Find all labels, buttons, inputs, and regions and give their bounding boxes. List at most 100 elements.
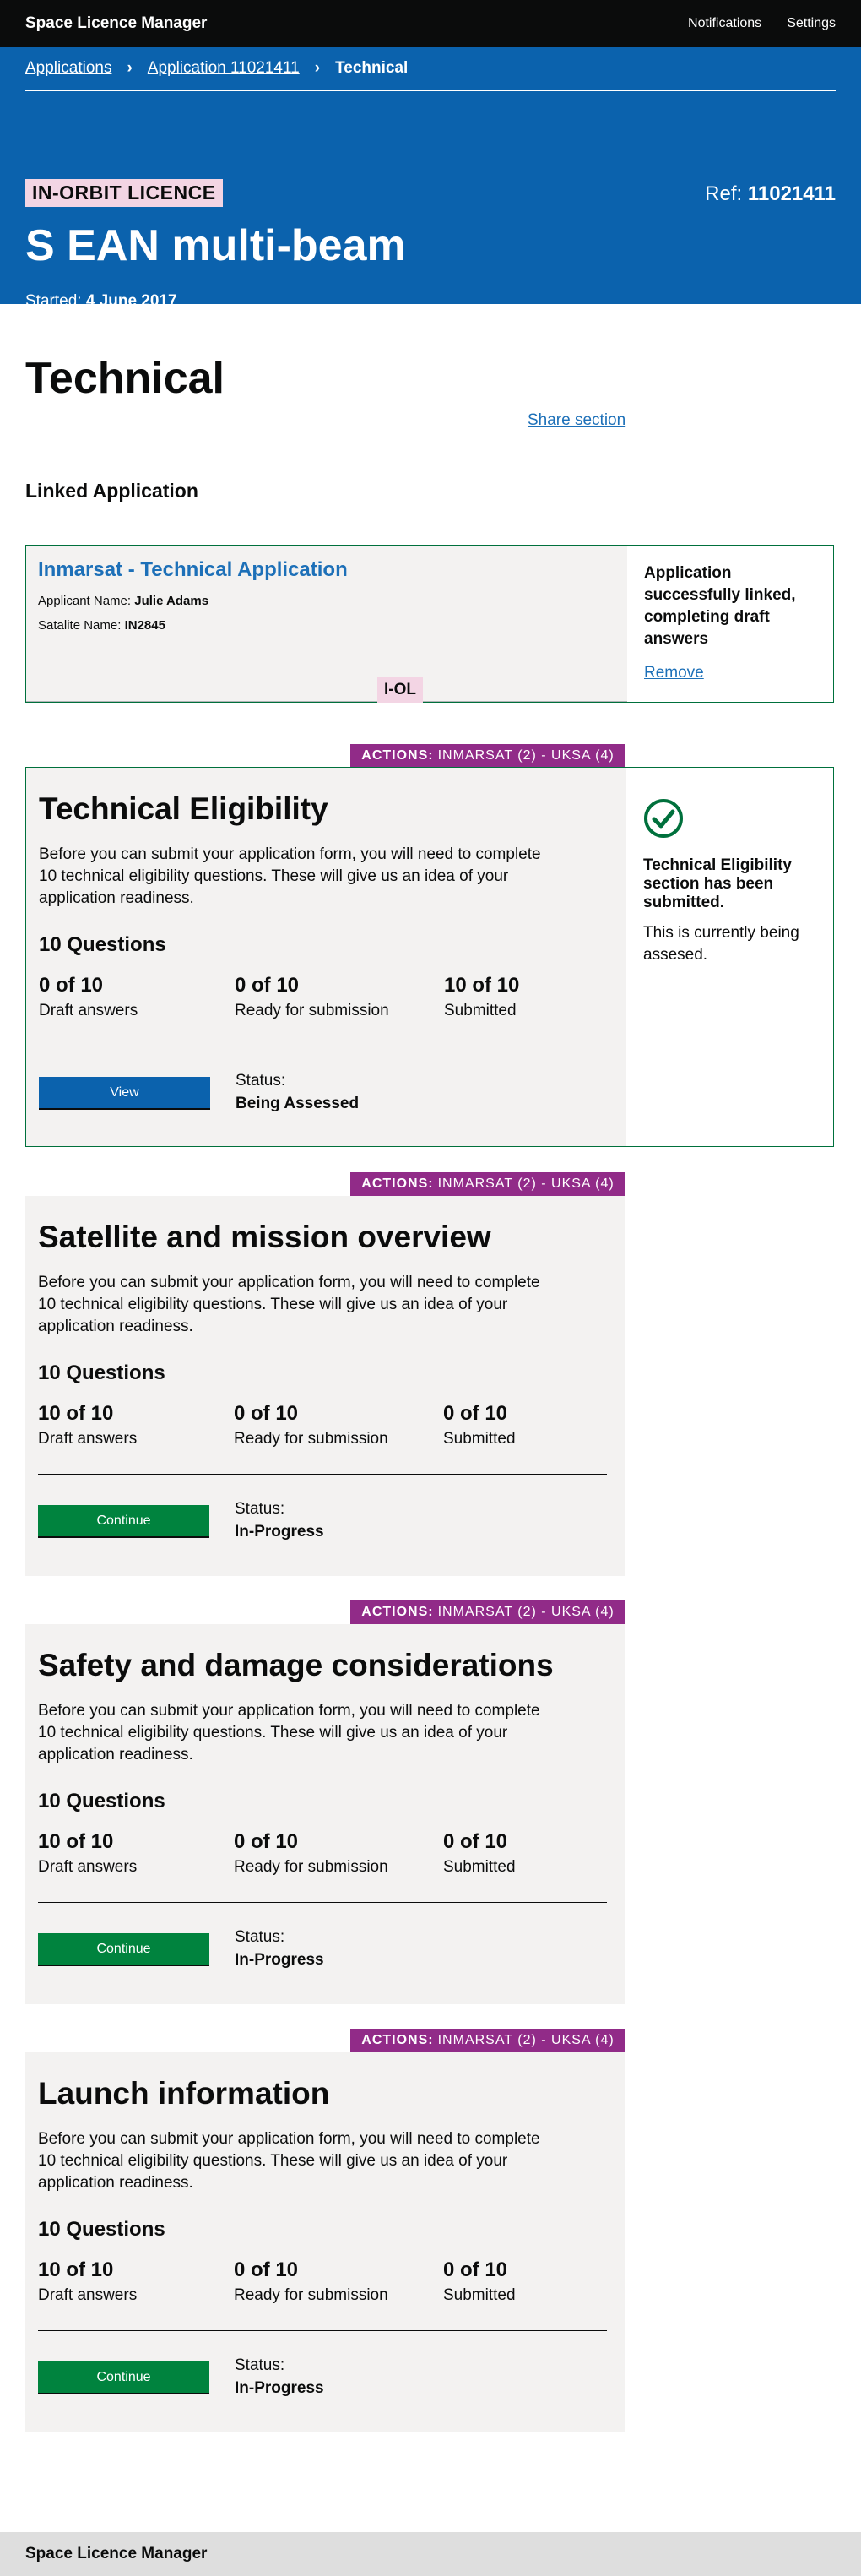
stat-label: Ready for submission bbox=[234, 1430, 388, 1448]
task-title: Safety and damage considerations bbox=[38, 1648, 554, 1682]
task-footer: View Status: Being Assessed bbox=[39, 1072, 614, 1113]
questions-count: 10 Questions bbox=[38, 1790, 165, 1812]
applicant-value: Julie Adams bbox=[134, 594, 209, 608]
task-footer: Continue Status: In-Progress bbox=[38, 1928, 613, 1970]
stat-value: 0 of 10 bbox=[235, 974, 300, 997]
licence-type-tag: I-OL bbox=[377, 677, 423, 703]
task-stats: 10 of 10 Draft answers 0 of 10 Ready for… bbox=[38, 2258, 613, 2305]
stat-submitted: 0 of 10 Submitted bbox=[443, 2258, 612, 2305]
actions-value: INMARSAT (2) - UKSA (4) bbox=[437, 2033, 615, 2047]
satellite-value: IN2845 bbox=[124, 618, 165, 633]
linked-application-title[interactable]: Inmarsat - Technical Application bbox=[38, 558, 615, 582]
stat-submitted: 0 of 10 Submitted bbox=[443, 1402, 612, 1448]
linked-application-main: Inmarsat - Technical Application Applica… bbox=[26, 546, 627, 703]
breadcrumb-applications[interactable]: Applications bbox=[25, 59, 111, 78]
chevron-right-icon: › bbox=[314, 59, 321, 77]
task-title: Launch information bbox=[38, 2076, 330, 2111]
continue-button[interactable]: Continue bbox=[38, 1505, 209, 1536]
brand-name[interactable]: Space Licence Manager bbox=[25, 14, 207, 33]
status-value: In-Progress bbox=[235, 1951, 324, 1969]
stat-value: 10 of 10 bbox=[38, 2258, 114, 2281]
task-description: Before you can submit your application f… bbox=[38, 1274, 540, 1335]
actions-label: ACTIONS: bbox=[361, 748, 434, 763]
questions-count: 10 Questions bbox=[39, 933, 166, 956]
divider bbox=[38, 2330, 607, 2331]
top-bar: Space Licence Manager Notifications Sett… bbox=[0, 0, 861, 47]
share-section-link[interactable]: Share section bbox=[528, 411, 625, 430]
submitted-title: Technical Eligibility section has been s… bbox=[643, 856, 792, 911]
linked-status-message: Application successfully linked, complet… bbox=[644, 564, 796, 648]
continue-button[interactable]: Continue bbox=[38, 2361, 209, 2393]
stat-value: 10 of 10 bbox=[38, 1830, 114, 1853]
nav-settings[interactable]: Settings bbox=[787, 16, 836, 31]
stat-submitted: 0 of 10 Submitted bbox=[443, 1830, 612, 1877]
chevron-right-icon: › bbox=[127, 59, 133, 77]
breadcrumb-application[interactable]: Application 11021411 bbox=[148, 59, 300, 78]
task-card-satellite-mission: Satellite and mission overview Before yo… bbox=[25, 1196, 625, 1576]
stat-value: 0 of 10 bbox=[443, 1402, 508, 1425]
stat-label: Submitted bbox=[443, 1858, 516, 1876]
actions-tag[interactable]: ACTIONS: INMARSAT (2) - UKSA (4) bbox=[350, 2029, 625, 2052]
task-footer: Continue Status: In-Progress bbox=[38, 1500, 613, 1541]
task-status: Status: Being Assessed bbox=[236, 1072, 359, 1113]
stat-value: 0 of 10 bbox=[39, 974, 104, 997]
breadcrumb-current: Technical bbox=[335, 59, 409, 77]
stat-value: 0 of 10 bbox=[443, 2258, 508, 2281]
satellite-label: Satalite Name: bbox=[38, 618, 122, 633]
satellite-name: Satalite Name: IN2845 bbox=[38, 618, 615, 633]
actions-value: INMARSAT (2) - UKSA (4) bbox=[437, 1177, 615, 1191]
licence-tag: IN-ORBIT LICENCE bbox=[25, 179, 223, 207]
status-label: Status: bbox=[235, 1928, 285, 1946]
actions-label: ACTIONS: bbox=[361, 1177, 434, 1191]
stat-label: Submitted bbox=[443, 2286, 516, 2304]
page-title: Technical bbox=[25, 354, 225, 403]
stat-value: 0 of 10 bbox=[234, 2258, 299, 2281]
divider bbox=[38, 1474, 607, 1475]
stat-ready: 0 of 10 Ready for submission bbox=[234, 1402, 443, 1448]
reference: Ref: 11021411 bbox=[705, 182, 836, 206]
application-banner: Applications › Application 11021411 › Te… bbox=[0, 47, 861, 310]
stat-label: Submitted bbox=[443, 1430, 516, 1448]
linked-application-card: Inmarsat - Technical Application Applica… bbox=[25, 545, 834, 703]
view-button[interactable]: View bbox=[39, 1077, 210, 1108]
task-footer: Continue Status: In-Progress bbox=[38, 2356, 613, 2398]
breadcrumb: Applications › Application 11021411 › Te… bbox=[25, 47, 836, 91]
task-card-safety-damage: Safety and damage considerations Before … bbox=[25, 1624, 625, 2004]
actions-tag[interactable]: ACTIONS: INMARSAT (2) - UKSA (4) bbox=[350, 1172, 625, 1196]
stat-ready: 0 of 10 Ready for submission bbox=[234, 1830, 443, 1877]
actions-value: INMARSAT (2) - UKSA (4) bbox=[437, 748, 615, 763]
stat-value: 10 of 10 bbox=[444, 974, 520, 997]
remove-link[interactable]: Remove bbox=[644, 664, 704, 682]
stat-label: Submitted bbox=[444, 1002, 517, 1019]
nav-notifications[interactable]: Notifications bbox=[688, 16, 761, 31]
task-side-panel: Technical Eligibility section has been s… bbox=[626, 768, 833, 1146]
stat-draft: 10 of 10 Draft answers bbox=[38, 1402, 234, 1448]
task-description: Before you can submit your application f… bbox=[39, 845, 541, 907]
application-title: S EAN multi-beam bbox=[25, 221, 406, 270]
linked-application-side: Application successfully linked, complet… bbox=[627, 546, 833, 702]
stat-draft: 10 of 10 Draft answers bbox=[38, 1830, 234, 1877]
status-value: In-Progress bbox=[235, 2379, 324, 2397]
stat-label: Draft answers bbox=[38, 1858, 138, 1876]
status-label: Status: bbox=[235, 1500, 285, 1518]
task-stats: 10 of 10 Draft answers 0 of 10 Ready for… bbox=[38, 1830, 613, 1877]
stat-label: Draft answers bbox=[39, 1002, 138, 1019]
continue-button[interactable]: Continue bbox=[38, 1933, 209, 1965]
stat-ready: 0 of 10 Ready for submission bbox=[235, 974, 444, 1020]
task-card-technical-eligibility: Technical Eligibility Before you can sub… bbox=[25, 767, 834, 1147]
actions-tag[interactable]: ACTIONS: INMARSAT (2) - UKSA (4) bbox=[350, 1600, 625, 1624]
questions-count: 10 Questions bbox=[38, 1361, 165, 1384]
stat-value: 0 of 10 bbox=[443, 1830, 508, 1853]
task-stats: 10 of 10 Draft answers 0 of 10 Ready for… bbox=[38, 1402, 613, 1448]
reference-value: 11021411 bbox=[747, 182, 836, 205]
reference-label: Ref: bbox=[705, 182, 743, 205]
questions-count: 10 Questions bbox=[38, 2218, 165, 2241]
actions-value: INMARSAT (2) - UKSA (4) bbox=[437, 1605, 615, 1619]
footer-brand: Space Licence Manager bbox=[25, 2545, 208, 2562]
top-nav: Notifications Settings bbox=[688, 16, 836, 31]
actions-tag[interactable]: ACTIONS: INMARSAT (2) - UKSA (4) bbox=[350, 744, 625, 768]
stat-label: Draft answers bbox=[38, 1430, 138, 1448]
status-label: Status: bbox=[235, 2356, 285, 2374]
status-value: In-Progress bbox=[235, 1523, 324, 1541]
footer: Space Licence Manager bbox=[0, 2532, 861, 2576]
